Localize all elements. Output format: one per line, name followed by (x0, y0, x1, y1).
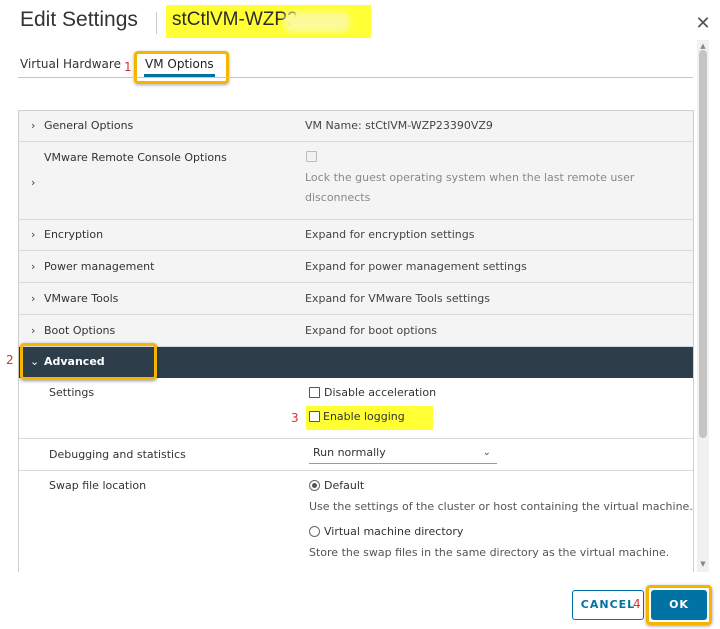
tab-vm-options[interactable]: VM Options (145, 57, 214, 71)
chevron-right-icon[interactable]: › (31, 292, 35, 305)
row-value: Expand for encryption settings (305, 228, 475, 241)
scroll-down-icon[interactable]: ▼ (697, 558, 709, 570)
row-remote-console[interactable]: › VMware Remote Console Options Lock the… (19, 142, 693, 220)
scroll-thumb[interactable] (699, 50, 707, 438)
row-label: General Options (44, 119, 134, 132)
step-marker-1: 1 (124, 60, 132, 74)
step-marker-2: 2 (6, 353, 14, 367)
chevron-right-icon[interactable]: › (31, 176, 35, 189)
row-description: Lock the guest operating system when the… (305, 171, 635, 204)
lock-guest-checkbox[interactable] (306, 151, 317, 162)
scrollbar[interactable]: ▲ ▼ (697, 40, 709, 572)
vm-name-redaction (284, 12, 350, 32)
row-value: VM Name: stCtlVM-WZP23390VZ9 (305, 119, 493, 132)
row-vmware-tools[interactable]: › VMware Tools Expand for VMware Tools s… (19, 283, 693, 315)
row-label: VMware Tools (44, 292, 119, 305)
disable-acceleration-label: Disable acceleration (324, 386, 437, 399)
swap-default-radio[interactable] (309, 480, 320, 491)
chevron-down-icon[interactable]: ⌄ (483, 444, 491, 462)
swap-vmdir-radio[interactable] (309, 526, 320, 537)
debugging-label: Debugging and statistics (49, 448, 186, 461)
row-power-management[interactable]: › Power management Expand for power mana… (19, 251, 693, 283)
debugging-select-value: Run normally (313, 446, 386, 459)
adv-row-swap: Swap file location Default Use the setti… (19, 471, 693, 572)
swap-default-label: Default (324, 479, 365, 492)
swap-default-desc: Use the settings of the cluster or host … (309, 500, 693, 513)
enable-logging-checkbox[interactable] (309, 411, 320, 422)
title-separator (156, 12, 157, 34)
step-marker-3: 3 (291, 411, 299, 425)
debugging-select[interactable]: Run normally ⌄ (309, 444, 497, 464)
row-label: Encryption (44, 228, 104, 241)
chevron-right-icon[interactable]: › (31, 228, 35, 241)
row-value: Expand for power management settings (305, 260, 527, 273)
settings-label: Settings (49, 386, 95, 399)
row-label: VMware Remote Console Options (44, 151, 227, 164)
swap-vmdir-desc: Store the swap files in the same directo… (309, 546, 670, 559)
chevron-right-icon[interactable]: › (31, 260, 35, 273)
row-value: Expand for VMware Tools settings (305, 292, 491, 305)
swap-label: Swap file location (49, 479, 147, 492)
row-general-options[interactable]: › General Options VM Name: stCtlVM-WZP23… (19, 111, 693, 142)
enable-logging-label: Enable logging (323, 410, 405, 423)
row-encryption[interactable]: › Encryption Expand for encryption setti… (19, 220, 693, 251)
chevron-right-icon[interactable]: › (31, 119, 35, 132)
advanced-highlight (20, 343, 157, 380)
dialog-title: Edit Settings (20, 8, 138, 31)
vm-options-panel: › General Options VM Name: stCtlVM-WZP23… (18, 110, 694, 572)
swap-vmdir-label: Virtual machine directory (324, 525, 464, 538)
vm-name-title: stCtlVM-WZP2 (172, 9, 298, 30)
disable-acceleration-checkbox[interactable] (309, 387, 320, 398)
row-value: Expand for boot options (305, 324, 438, 337)
ok-button[interactable]: OK (651, 590, 707, 620)
chevron-right-icon[interactable]: › (31, 324, 35, 337)
close-icon[interactable]: ✕ (694, 15, 712, 33)
tabs-divider (18, 77, 693, 78)
tab-virtual-hardware[interactable]: Virtual Hardware (20, 57, 121, 71)
row-label: Boot Options (44, 324, 116, 337)
row-label: Power management (44, 260, 155, 273)
step-marker-4: 4 (633, 597, 641, 611)
